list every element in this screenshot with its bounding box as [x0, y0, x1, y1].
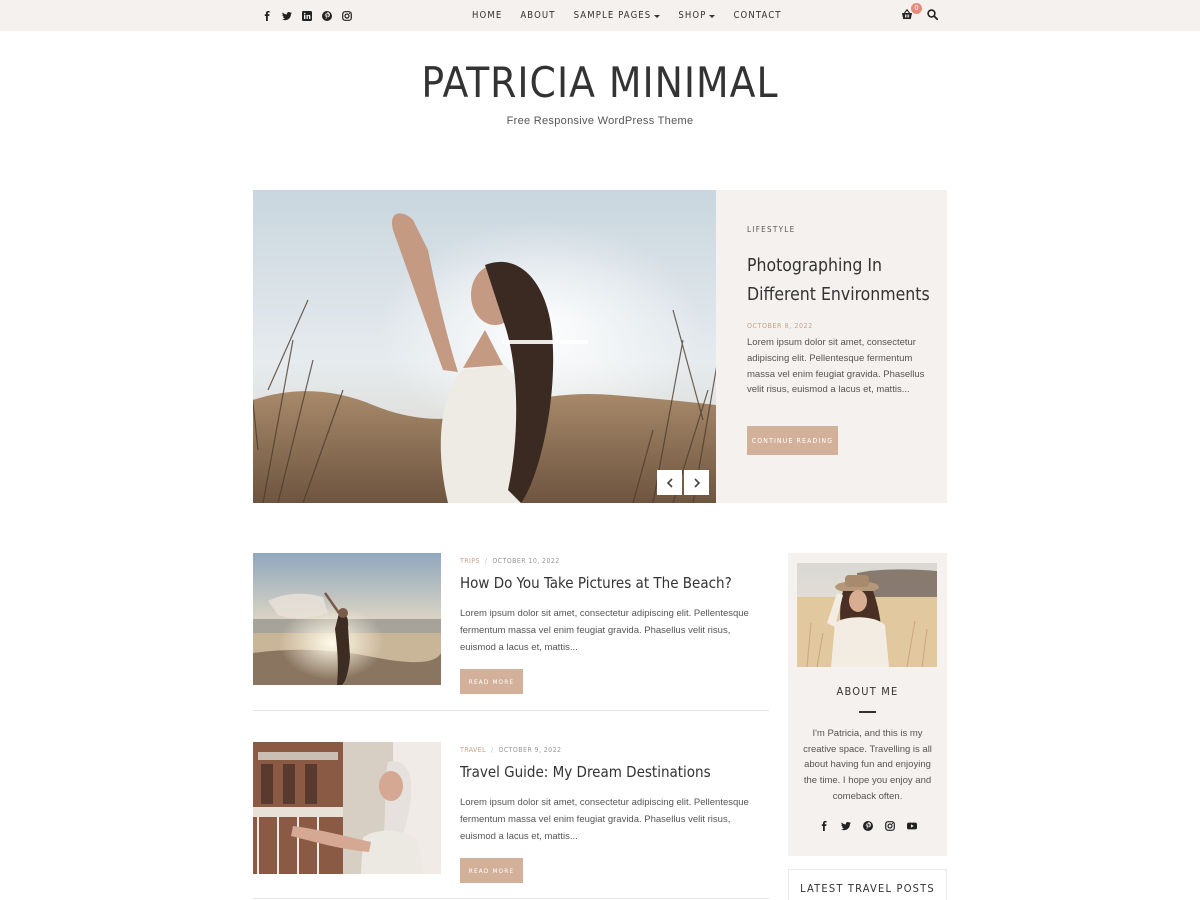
youtube-icon[interactable]	[905, 819, 918, 832]
caret-down-icon	[709, 14, 716, 18]
latest-travel-posts-widget: LATEST TRAVEL POSTS	[788, 869, 947, 900]
search-button[interactable]	[927, 9, 939, 21]
site-tagline: Free Responsive WordPress Theme	[506, 115, 694, 127]
read-more-button[interactable]: READ MORE	[460, 858, 523, 883]
nav-home-label: HOME	[472, 10, 503, 21]
hero-slide-image[interactable]	[253, 190, 716, 503]
instagram-icon[interactable]	[883, 819, 896, 832]
post-thumbnail[interactable]	[253, 553, 441, 685]
facebook-icon[interactable]	[817, 819, 830, 832]
hero-category[interactable]: LIFESTYLE	[747, 225, 795, 234]
nav-contact-label: CONTACT	[733, 10, 782, 21]
hero-excerpt: Lorem ipsum dolor sit amet, consectetur …	[747, 337, 925, 396]
post-date: OCTOBER 9, 2022	[498, 746, 562, 754]
nav-about[interactable]: ABOUT	[520, 10, 555, 21]
continue-reading-button[interactable]: CONTINUE READING	[747, 426, 838, 455]
pinterest-icon[interactable]	[861, 819, 874, 832]
post-divider	[253, 898, 769, 899]
search-icon	[927, 9, 938, 20]
instagram-icon[interactable]	[340, 9, 353, 22]
about-me-photo	[797, 563, 937, 667]
cart-button[interactable]: 0	[901, 3, 922, 22]
slider-prev-button[interactable]	[657, 470, 682, 495]
meta-separator: /	[491, 746, 494, 754]
cart-count-badge: 0	[911, 3, 922, 14]
site-title[interactable]: PATRICIA MINIMAL	[0, 58, 1200, 107]
post-date: OCTOBER 10, 2022	[492, 557, 560, 565]
hero-slide-panel: LIFESTYLE Photographing In Different Env…	[716, 190, 947, 503]
heading-divider	[859, 711, 876, 713]
about-me-text: I'm Patricia, and this is my creative sp…	[803, 728, 932, 802]
post-category[interactable]: TRIPS	[460, 557, 480, 565]
main-navigation: HOME ABOUT SAMPLE PAGES SHOP CONTACT	[472, 10, 782, 21]
header-social-links	[260, 9, 353, 22]
post-meta: TRIPS / OCTOBER 10, 2022	[460, 557, 560, 565]
sidebar-social-links	[788, 819, 947, 832]
post-title[interactable]: Travel Guide: My Dream Destinations	[460, 763, 770, 781]
slider-next-button[interactable]	[684, 470, 709, 495]
nav-sample-pages-label: SAMPLE PAGES	[573, 10, 652, 21]
post-thumbnail[interactable]	[253, 742, 441, 874]
post-title[interactable]: How Do You Take Pictures at The Beach?	[460, 574, 770, 592]
nav-contact[interactable]: CONTACT	[733, 10, 781, 21]
post-excerpt: Lorem ipsum dolor sit amet, consectetur …	[460, 797, 749, 842]
post-divider	[253, 710, 769, 711]
post-excerpt: Lorem ipsum dolor sit amet, consectetur …	[460, 608, 749, 653]
linkedin-icon[interactable]	[300, 9, 313, 22]
hero-title[interactable]: Photographing In Different Environments	[747, 252, 937, 310]
meta-separator: /	[484, 557, 488, 565]
twitter-icon[interactable]	[280, 9, 293, 22]
nav-about-label: ABOUT	[520, 10, 556, 21]
top-bar: HOME ABOUT SAMPLE PAGES SHOP CONTACT 0	[0, 0, 1200, 31]
nav-sample-pages[interactable]: SAMPLE PAGES	[574, 10, 661, 21]
read-more-button[interactable]: READ MORE	[460, 669, 523, 694]
facebook-icon[interactable]	[260, 9, 273, 22]
hero-date: OCTOBER 8, 2022	[747, 322, 813, 330]
twitter-icon[interactable]	[839, 819, 852, 832]
nav-shop-label: SHOP	[678, 10, 707, 21]
chevron-right-icon	[693, 477, 700, 488]
nav-home[interactable]: HOME	[472, 10, 502, 21]
post-category[interactable]: TRAVEL	[460, 746, 486, 754]
latest-posts-heading: LATEST TRAVEL POSTS	[800, 882, 935, 895]
pinterest-icon[interactable]	[320, 9, 333, 22]
about-me-heading: ABOUT ME	[836, 685, 899, 698]
post-meta: TRAVEL / OCTOBER 9, 2022	[460, 746, 561, 754]
nav-shop[interactable]: SHOP	[678, 10, 716, 21]
caret-down-icon	[654, 14, 661, 18]
chevron-left-icon	[666, 477, 673, 488]
about-me-widget: ABOUT ME I'm Patricia, and this is my cr…	[788, 553, 947, 856]
